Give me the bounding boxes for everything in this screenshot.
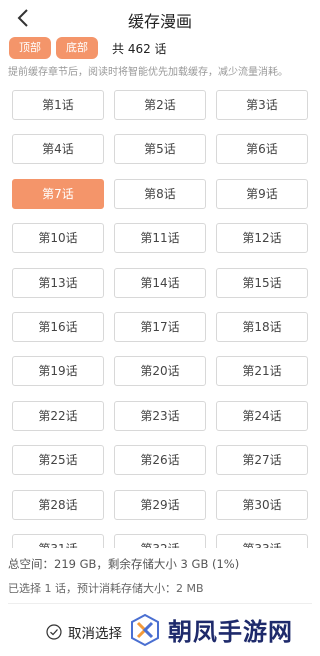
chapter-item[interactable]: 第29话 (114, 489, 206, 520)
chapter-item[interactable]: 第18话 (216, 312, 308, 342)
chapter-item[interactable]: 第28话 (12, 489, 104, 520)
chapter-item[interactable]: 第17话 (114, 312, 206, 342)
chapter-item[interactable]: 第26话 (114, 445, 206, 476)
selection-summary: 已选择 1 话，预计消耗存储大小：2 MB (8, 582, 204, 595)
chapter-item[interactable]: 第5话 (114, 134, 206, 165)
chapter-item[interactable]: 第14话 (114, 267, 206, 298)
chapter-item[interactable]: 第2话 (114, 90, 206, 120)
chapter-item[interactable]: 第30话 (216, 489, 308, 520)
chapter-grid: 第1话 第2话 第3话 第4话 第5话 第6话 第7话 第8话 第9话 第10话 第11话 第12话第… (0, 86, 320, 548)
chapter-item[interactable]: 第16话 (12, 312, 104, 342)
watermark-text: 朝凤手游网 (168, 618, 293, 646)
chapter-item[interactable]: 第33话 (216, 534, 308, 548)
chapter-item[interactable]: 第13话 (12, 267, 104, 298)
chapter-item[interactable]: 第4话 (12, 134, 104, 165)
page-title: 缓存漫画 (127, 12, 192, 31)
chapter-item[interactable]: 第11话 (114, 223, 206, 254)
chapter-item[interactable]: 第27话 (216, 445, 308, 476)
chapter-item[interactable]: 第6话 (216, 134, 308, 165)
jump-bottom-button[interactable]: 底部 (56, 37, 98, 59)
chapter-item[interactable]: 第31话 (12, 534, 104, 548)
chapter-item[interactable]: 第12话 (216, 223, 308, 254)
cancel-selection-button[interactable]: 取消选择 (46, 622, 122, 642)
watermark-logo-icon (131, 613, 159, 646)
storage-info: 总空间：219 GB，剩余存储大小 3 GB (1%) (8, 557, 240, 571)
chapter-item[interactable]: 第21话 (216, 356, 308, 387)
divider (8, 603, 312, 604)
chapter-item[interactable]: 第8话 (114, 178, 206, 209)
chapter-item[interactable]: 第22话 (12, 400, 104, 431)
chapter-item[interactable]: 第32话 (114, 534, 206, 548)
chapter-item[interactable]: 第7话 (12, 178, 104, 209)
chapter-item[interactable]: 第24话 (216, 400, 308, 431)
chapter-item[interactable]: 第20话 (114, 356, 206, 387)
watermark: 朝凤手游网 (128, 612, 293, 647)
chapter-item[interactable]: 第25话 (12, 445, 104, 476)
chapter-total: 共 462 话 (112, 42, 167, 56)
cancel-selection-label: 取消选择 (68, 626, 122, 642)
chapter-item[interactable]: 第10话 (12, 223, 104, 254)
cache-hint: 提前缓存章节后，阅读时将智能优先加载缓存，减少流量消耗。 (8, 67, 288, 78)
chapter-item[interactable]: 第1话 (12, 90, 104, 120)
chapter-item[interactable]: 第23话 (114, 400, 206, 431)
chapter-item[interactable]: 第9话 (216, 178, 308, 209)
chapter-item[interactable]: 第19话 (12, 356, 104, 387)
chapter-item[interactable]: 第15话 (216, 267, 308, 298)
check-circle-icon (46, 624, 62, 640)
jump-top-button[interactable]: 顶部 (9, 37, 51, 59)
header: 缓存漫画 (0, 0, 320, 36)
chapter-item[interactable]: 第3话 (216, 90, 308, 120)
